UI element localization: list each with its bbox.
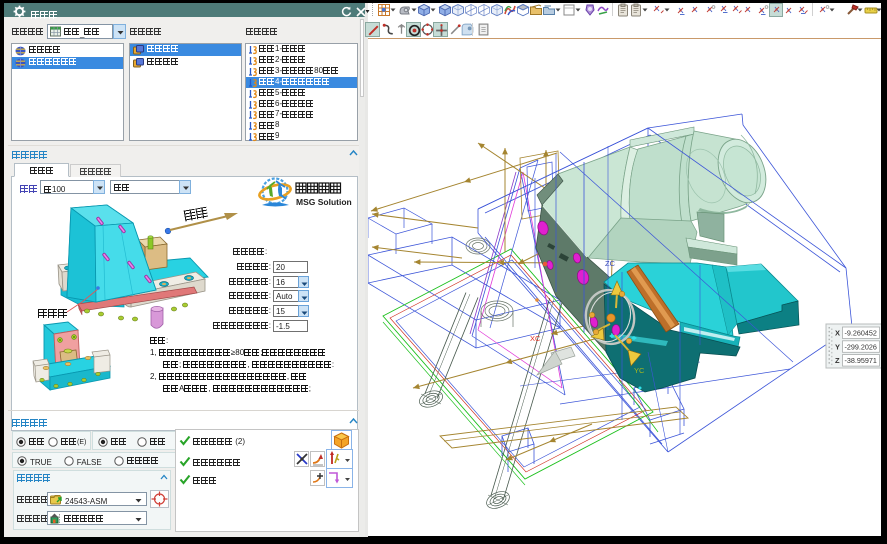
svg-text:MSG Solution: MSG Solution <box>296 197 352 207</box>
svg-text:ZC: ZC <box>605 259 616 268</box>
svg-text:-9.260452: -9.260452 <box>845 329 877 338</box>
svg-text:Z: Z <box>835 356 840 365</box>
svg-text:YC: YC <box>634 366 645 375</box>
svg-text:XC: XC <box>530 334 541 343</box>
svg-text:-299.2026: -299.2026 <box>845 342 877 351</box>
svg-text:-38.95971: -38.95971 <box>845 356 877 365</box>
svg-text:Y: Y <box>835 342 840 351</box>
svg-text:X: X <box>835 329 840 338</box>
